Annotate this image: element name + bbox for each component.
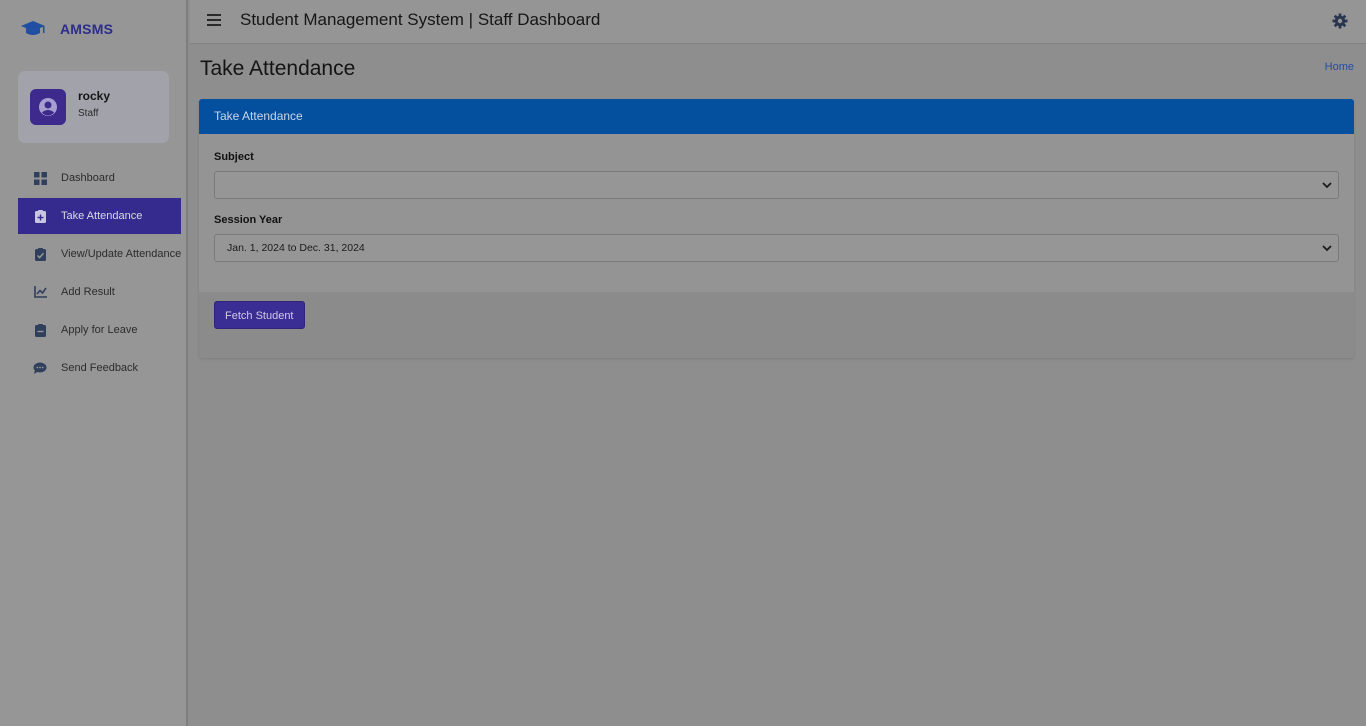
subject-group: Subject <box>214 151 1339 199</box>
session-year-group: Session Year Jan. 1, 2024 to Dec. 31, 20… <box>214 214 1339 262</box>
card-header: Take Attendance <box>199 99 1354 134</box>
avatar <box>30 89 66 125</box>
graduation-cap-icon <box>21 21 45 35</box>
chart-line-icon <box>33 285 47 299</box>
sidebar-item-label: Add Result <box>61 286 115 298</box>
top-navbar: Student Management System | Staff Dashbo… <box>190 0 1366 44</box>
sidebar-item-dashboard[interactable]: Dashboard <box>18 160 188 196</box>
session-year-label: Session Year <box>214 214 283 226</box>
subject-select[interactable] <box>214 171 1339 199</box>
sidebar-item-apply-for-leave[interactable]: Apply for Leave <box>18 312 188 348</box>
fetch-student-button[interactable]: Fetch Student <box>214 301 305 329</box>
session-year-select-value: Jan. 1, 2024 to Dec. 31, 2024 <box>227 242 365 254</box>
dashboard-icon <box>33 171 47 185</box>
sidebar-item-label: Take Attendance <box>61 210 143 222</box>
take-attendance-card: Take Attendance Subject Session Year Jan… <box>199 99 1354 358</box>
session-year-select[interactable]: Jan. 1, 2024 to Dec. 31, 2024 <box>214 234 1339 262</box>
breadcrumb-home-link[interactable]: Home <box>1325 61 1354 73</box>
sidebar-item-view-update-attendance[interactable]: View/Update Attendance <box>18 236 188 272</box>
sidebar-item-label: View/Update Attendance <box>61 248 182 260</box>
sidebar-item-label: Apply for Leave <box>61 324 138 336</box>
chevron-down-icon <box>1322 182 1332 189</box>
app-title: Student Management System | Staff Dashbo… <box>240 10 601 29</box>
brand-name: AMSMS <box>60 21 114 37</box>
user-name: rocky <box>78 89 111 103</box>
sidebar-item-label: Dashboard <box>61 172 115 184</box>
clipboard-check-icon <box>33 247 47 261</box>
clipboard-minus-icon <box>33 323 47 337</box>
comments-icon <box>33 361 47 375</box>
sidebar-item-add-result[interactable]: Add Result <box>18 274 188 310</box>
user-panel[interactable]: rocky Staff <box>18 71 169 143</box>
sidebar: AMSMS rocky Staff Dashboard Take Attenda… <box>0 0 188 726</box>
brand-link[interactable]: AMSMS <box>20 17 113 41</box>
user-role: Staff <box>78 108 99 119</box>
sidebar-item-label: Send Feedback <box>61 362 139 374</box>
clipboard-plus-icon <box>33 209 47 223</box>
sidebar-item-take-attendance[interactable]: Take Attendance <box>18 198 181 234</box>
chevron-down-icon <box>1322 245 1332 252</box>
sidebar-nav: Dashboard Take Attendance View/Update At… <box>18 160 188 388</box>
subject-label: Subject <box>214 151 254 163</box>
card-footer: Fetch Student <box>199 292 1354 338</box>
sidebar-item-send-feedback[interactable]: Send Feedback <box>18 350 188 386</box>
gear-icon[interactable] <box>1332 13 1348 29</box>
card-body: Subject Session Year Jan. 1, 2024 to Dec… <box>199 134 1354 292</box>
hamburger-icon[interactable] <box>207 14 221 28</box>
user-circle-icon <box>39 98 57 116</box>
page-title: Take Attendance <box>200 57 356 80</box>
